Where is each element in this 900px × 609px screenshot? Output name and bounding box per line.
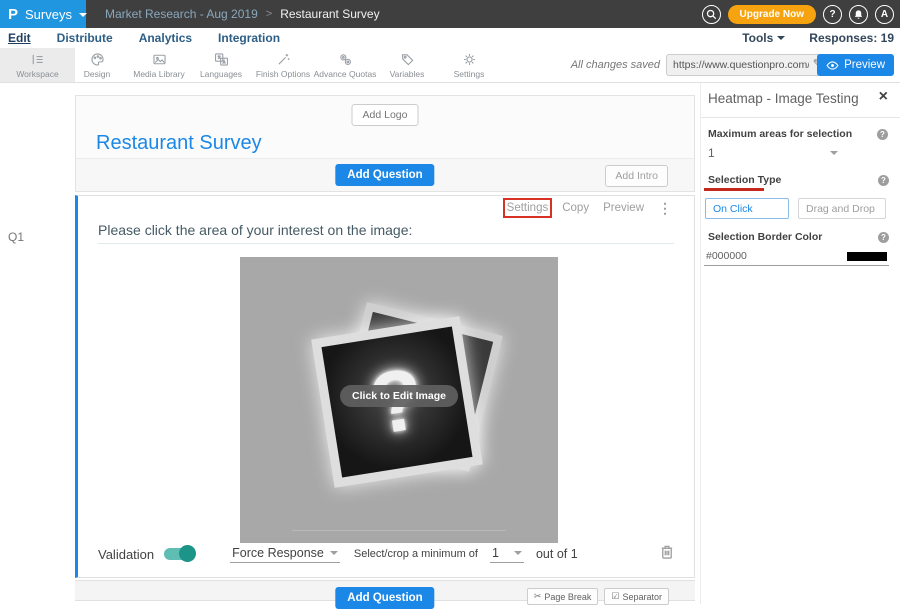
survey-header-card: Add Logo Restaurant Survey Add Question … [75,95,695,192]
border-color-label: Selection Border Color [708,231,822,243]
placeholder-baseline [292,530,506,531]
question-settings-button[interactable]: Settings [507,202,549,214]
question-footer-strip: Add Question ✂ Page Break ☑ Separator [75,580,695,601]
nav-tab-edit[interactable]: Edit [8,31,31,45]
chevron-down-icon [330,551,338,555]
minimum-text: Select/crop a minimum of [354,548,478,560]
help-button[interactable]: ? [823,5,842,24]
survey-title[interactable]: Restaurant Survey [96,132,262,155]
help-icon[interactable]: ? [877,129,888,140]
validation-label: Validation [98,547,154,562]
preview-button[interactable]: Preview [817,54,894,76]
out-of-text: out of 1 [536,547,578,561]
chevron-down-icon [514,551,522,555]
selection-type-on-click[interactable]: On Click [705,198,789,219]
chevron-down-icon [830,151,838,155]
toolbar-item-languages[interactable]: Languages [190,48,252,82]
upgrade-now-button[interactable]: Upgrade Now [728,5,816,24]
heatmap-image-placeholder[interactable]: ? Click to Edit Image [240,257,558,543]
question-text[interactable]: Please click the area of your interest o… [98,222,412,238]
toolbar-item-advance-quotas[interactable]: Advance Quotas [314,48,376,82]
nav-tab-integration[interactable]: Integration [218,31,280,45]
magic-wand-icon [275,51,292,68]
workspace-icon [29,51,46,68]
translate-icon [213,51,230,68]
breadcrumb: Market Research - Aug 2019 > Restaurant … [105,0,380,28]
gear-icon [461,51,478,68]
notifications-button[interactable] [849,5,868,24]
panel-title: Heatmap - Image Testing [708,91,859,106]
quota-gears-icon [337,51,354,68]
avatar[interactable]: A [875,5,894,24]
scissors-icon: ✂ [534,591,542,602]
toolbar-item-finish-options[interactable]: Finish Options [252,48,314,82]
toolbar-item-settings[interactable]: Settings [438,48,500,82]
question-number: Q1 [8,230,24,244]
breadcrumb-parent[interactable]: Market Research - Aug 2019 [105,7,258,21]
top-bar: P Surveys Market Research - Aug 2019 > R… [0,0,900,28]
survey-url-input[interactable] [666,54,828,76]
tag-icon [399,51,416,68]
question-copy-button[interactable]: Copy [562,202,589,214]
breadcrumb-separator: > [266,8,272,20]
responses-count[interactable]: Responses: 19 [809,31,894,45]
product-name: Surveys [25,7,72,22]
add-question-button-bottom[interactable]: Add Question [335,587,434,609]
add-question-button-top[interactable]: Add Question [335,164,434,186]
survey-nav: Edit Distribute Analytics Integration To… [0,28,900,48]
border-color-field[interactable]: #000000 [704,250,889,266]
toolbar-item-workspace[interactable]: Workspace [0,48,75,82]
bell-icon [853,9,864,20]
add-logo-button[interactable]: Add Logo [352,104,419,126]
help-icon[interactable]: ? [878,175,889,186]
separator-button[interactable]: ☑ Separator [604,588,669,605]
trash-icon [660,544,674,559]
eye-icon [826,61,839,70]
image-icon [151,51,168,68]
question-settings-panel: Heatmap - Image Testing × Maximum areas … [700,83,900,604]
selection-type-label: Selection Type [708,174,781,186]
max-areas-select[interactable]: 1 [708,146,838,160]
question-card: Settings Copy Preview ⋮ Please click the… [75,195,695,578]
question-divider [98,243,674,244]
close-icon[interactable]: × [879,89,888,105]
search-button[interactable] [702,5,721,24]
question-preview-button[interactable]: Preview [603,202,644,214]
selection-type-drag-drop[interactable]: Drag and Drop [798,198,886,219]
help-icon[interactable]: ? [878,232,889,243]
annotation-red-underline [704,188,764,191]
minimum-value-select[interactable]: 1 [490,546,524,563]
checkbox-icon: ☑ [611,591,619,602]
add-intro-button[interactable]: Add Intro [605,165,668,187]
color-swatch[interactable] [847,252,887,261]
max-areas-label: Maximum areas for selection [708,128,852,140]
palette-icon [89,51,106,68]
toolbar-item-variables[interactable]: Variables [376,48,438,82]
chevron-down-icon [79,13,87,17]
page-break-button[interactable]: ✂ Page Break [527,588,599,605]
search-icon [706,9,717,20]
toolbar-item-media-library[interactable]: Media Library [128,48,190,82]
editor-toolbar: Workspace Design Media Library Languages [0,48,900,83]
autosave-status: All changes saved [571,59,660,71]
question-more-menu[interactable]: ⋮ [658,203,672,213]
surveys-menu[interactable]: P Surveys [0,0,86,28]
nav-tab-distribute[interactable]: Distribute [57,31,113,45]
click-to-edit-image-button[interactable]: Click to Edit Image [340,385,458,407]
validation-toggle[interactable] [164,548,194,560]
nav-tab-analytics[interactable]: Analytics [139,31,192,45]
breadcrumb-current: Restaurant Survey [280,7,379,21]
chevron-down-icon [777,36,785,40]
border-color-value: #000000 [706,250,747,262]
validation-type-select[interactable]: Force Response [230,546,340,563]
tools-menu[interactable]: Tools [742,31,785,45]
validation-row: Validation Force Response Select/crop a … [98,543,674,565]
delete-question-button[interactable] [660,544,674,564]
questionpro-logo-icon: P [8,6,18,23]
toolbar-item-design[interactable]: Design [66,48,128,82]
